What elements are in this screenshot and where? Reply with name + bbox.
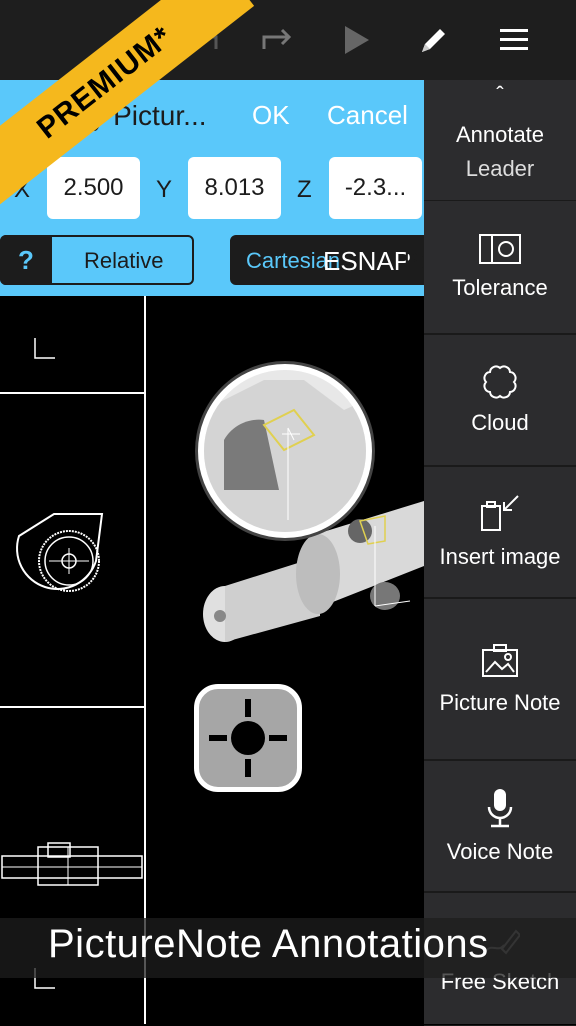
annotate-label: Annotate	[455, 122, 545, 147]
caption-banner: PictureNote Annotations	[0, 918, 576, 978]
cloud-icon	[483, 365, 517, 399]
z-field[interactable]: -2.3...	[329, 157, 422, 219]
insert-image-item[interactable]: Insert image	[424, 466, 576, 598]
snap-target-button[interactable]	[194, 684, 302, 792]
viewport-divider	[0, 706, 144, 708]
drawing-canvas[interactable]	[0, 296, 424, 1024]
pencil-icon[interactable]	[410, 16, 458, 64]
help-label: ?	[18, 244, 34, 275]
voice-note-label: Voice Note	[446, 839, 554, 864]
cloud-label: Cloud	[471, 410, 529, 435]
y-label: Y	[156, 176, 173, 203]
chevron-up-icon: ˆ	[496, 82, 504, 107]
tolerance-item[interactable]: Tolerance	[424, 200, 576, 334]
annotation-side-panel: ˆ Annotate Leader Tolerance Cloud Insert…	[424, 80, 576, 1026]
annotate-leader-item[interactable]: ˆ Annotate Leader	[424, 80, 576, 201]
cancel-button[interactable]: Cancel	[327, 100, 408, 131]
crosshair-icon	[209, 699, 287, 777]
front-view-drawing	[1, 842, 143, 886]
leader-label: Leader	[465, 156, 535, 181]
relative-label: Relative	[84, 248, 164, 273]
esnap-label[interactable]: ESNAP	[323, 246, 411, 277]
cloud-item[interactable]: Cloud	[424, 334, 576, 466]
picture-note-icon	[482, 644, 518, 677]
ok-button[interactable]: OK	[252, 100, 290, 131]
tolerance-icon	[479, 234, 521, 264]
picture-note-item[interactable]: Picture Note	[424, 598, 576, 760]
x-field[interactable]: 2.500	[47, 157, 140, 219]
caption-text: PictureNote Annotations	[48, 922, 489, 966]
voice-note-item[interactable]: Voice Note	[424, 760, 576, 892]
viewport-divider	[144, 296, 146, 1024]
insert-image-icon	[481, 495, 519, 531]
relative-toggle[interactable]: ? Relative	[0, 235, 194, 285]
magnified-detail	[204, 370, 366, 532]
z-label: Z	[297, 176, 312, 203]
insert-image-label: Insert image	[439, 544, 561, 569]
help-button[interactable]: ?	[0, 235, 52, 285]
play-icon[interactable]	[332, 16, 380, 64]
side-view-drawing	[16, 513, 104, 592]
magnifier-loupe	[198, 364, 372, 538]
y-field[interactable]: 8.013	[188, 157, 281, 219]
menu-icon[interactable]	[490, 16, 538, 64]
tolerance-label: Tolerance	[452, 275, 548, 300]
redo-icon[interactable]	[252, 16, 300, 64]
viewport-divider	[0, 392, 144, 394]
microphone-icon	[487, 789, 513, 828]
picture-note-label: Picture Note	[439, 690, 561, 715]
axis-marker	[34, 338, 55, 359]
